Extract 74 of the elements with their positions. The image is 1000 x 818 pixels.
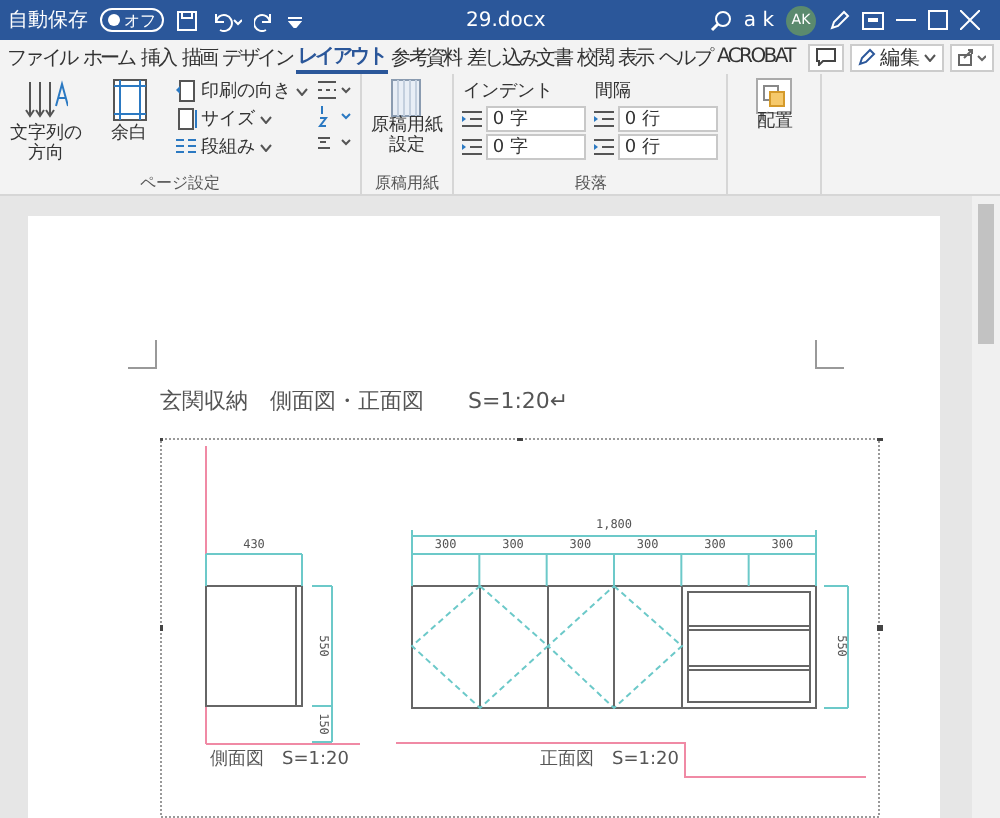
redo-icon[interactable] — [254, 9, 276, 31]
close-icon[interactable] — [960, 10, 980, 30]
search-icon[interactable] — [709, 9, 732, 31]
edit-button[interactable]: 編集 — [850, 43, 944, 71]
page-icon — [175, 108, 198, 130]
share-button[interactable] — [950, 43, 994, 71]
spacing-field[interactable]: 0 行 — [618, 134, 719, 160]
scrollbar-thumb[interactable] — [978, 204, 994, 344]
dimension-line — [205, 553, 303, 587]
ribbon-tab[interactable]: ACROBAT — [714, 40, 797, 74]
caret-icon — [295, 87, 308, 95]
ribbon-tab[interactable]: ヘルプ — [655, 40, 714, 74]
document-title[interactable]: 29.docx — [466, 9, 546, 31]
group-label: 段落 — [572, 172, 609, 194]
resize-handle[interactable] — [877, 438, 883, 441]
margins-button[interactable]: 余白 — [91, 78, 168, 172]
indent-field[interactable]: 0 字 — [486, 134, 587, 160]
ribbon-tab[interactable]: ファイル — [4, 40, 80, 74]
resize-handle[interactable] — [877, 625, 883, 631]
ribbon-tab[interactable]: 表示 — [614, 40, 656, 74]
resize-handle[interactable] — [160, 438, 163, 441]
customize-icon[interactable] — [288, 13, 302, 27]
spacing-field[interactable]: 0 行 — [618, 106, 719, 132]
comments-button[interactable] — [808, 43, 844, 71]
line-numbers-icon[interactable] — [315, 104, 352, 128]
resize-handle[interactable] — [160, 625, 163, 631]
share-icon — [958, 48, 986, 66]
ribbon-tab[interactable]: 校閲 — [574, 40, 615, 74]
indent-icon — [462, 138, 483, 156]
resize-handle[interactable] — [517, 438, 523, 441]
pen-icon[interactable] — [828, 9, 850, 31]
ribbon-tab[interactable]: 差し込み文書 — [463, 40, 575, 74]
ribbon-tab[interactable]: ホーム — [79, 40, 138, 74]
spacing-icon — [594, 110, 615, 128]
caret-icon — [924, 53, 936, 61]
spacing-label: 間隔 — [594, 80, 633, 104]
maximize-icon[interactable] — [928, 10, 948, 30]
columns-icon — [175, 136, 198, 158]
autosave-toggle[interactable]: オフ — [100, 8, 164, 32]
columns-button[interactable]: 段組み — [175, 134, 308, 160]
group-label: ページ設定 — [137, 172, 222, 194]
manuscript-settings-button[interactable]: 原稿用紙設定 — [369, 78, 445, 172]
document-heading: 玄関収納 側面図・正面図 S=1:20↵ — [160, 388, 571, 416]
drawing-caption: 側面図 S=1:20 — [210, 750, 349, 770]
corner-mark — [814, 340, 844, 370]
orientation-button[interactable]: 印刷の向き — [175, 78, 308, 104]
drawing-frame[interactable] — [160, 438, 880, 818]
user-name: a k — [743, 9, 774, 31]
ribbon-tab[interactable]: 挿入 — [137, 40, 179, 74]
spacing-icon — [594, 138, 615, 156]
indent-field[interactable]: 0 字 — [486, 106, 587, 132]
ribbon-tab[interactable]: デザイン — [219, 40, 296, 74]
ribbon-tab[interactable]: 描画 — [178, 40, 220, 74]
dimension-line — [823, 585, 849, 709]
indent-label: インデント — [462, 80, 555, 104]
save-icon[interactable] — [176, 9, 198, 31]
text-direction-button[interactable]: 文字列の方向 — [8, 78, 84, 172]
drawing-caption: 正面図 S=1:20 — [540, 750, 679, 770]
pen-icon — [858, 48, 876, 66]
group-label: 原稿用紙 — [372, 172, 441, 194]
arrange-button[interactable]: 配置 — [736, 78, 813, 172]
comment-icon — [816, 48, 836, 66]
indent-icon — [462, 110, 483, 128]
caret-icon — [259, 143, 272, 151]
breaks-icon[interactable] — [315, 78, 352, 102]
side-view-cabinet — [205, 585, 303, 707]
undo-icon[interactable] — [210, 9, 242, 31]
size-button[interactable]: サイズ — [175, 106, 308, 132]
autosave-label: 自動保存 — [8, 8, 88, 34]
caret-icon — [259, 115, 272, 123]
ribbon-tab[interactable]: 参考資料 — [388, 40, 464, 74]
ribbon-display-icon[interactable] — [862, 11, 884, 29]
page-icon — [175, 80, 198, 102]
corner-mark — [128, 340, 158, 370]
